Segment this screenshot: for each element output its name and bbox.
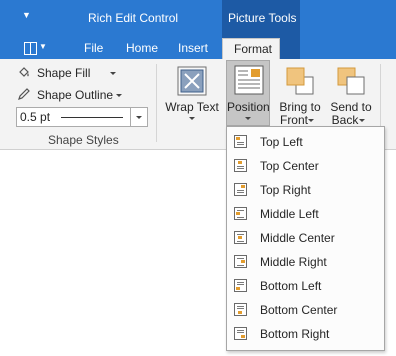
- chevron-down-icon: [359, 119, 365, 122]
- outline-weight-value: 0.5 pt: [20, 110, 51, 124]
- position-label: Position: [227, 100, 270, 114]
- pencil-icon: [18, 88, 30, 100]
- send-to-back-button[interactable]: Send to Back: [329, 60, 373, 128]
- tab-file[interactable]: File: [84, 38, 103, 60]
- position-middle-center-icon: [234, 231, 247, 244]
- menu-item-top-right[interactable]: Top Right: [227, 178, 384, 202]
- menu-item-label: Top Right: [260, 183, 311, 197]
- wrap-text-label: Wrap Text: [165, 100, 219, 114]
- bring-to-front-icon: [286, 67, 314, 95]
- position-icon: [234, 65, 264, 95]
- wrap-text-icon: [177, 66, 207, 96]
- position-bottom-center-icon: [234, 303, 247, 316]
- menu-item-middle-right[interactable]: Middle Right: [227, 250, 384, 274]
- position-middle-left-icon: [234, 207, 247, 220]
- position-top-left-icon: [234, 135, 247, 148]
- position-top-center-icon: [234, 159, 247, 172]
- chevron-down-icon: [308, 119, 314, 122]
- shape-fill-label: Shape Fill: [37, 66, 91, 80]
- menu-item-bottom-center[interactable]: Bottom Center: [227, 298, 384, 322]
- menu-item-label: Middle Left: [260, 207, 319, 221]
- menu-item-label: Middle Right: [260, 255, 327, 269]
- menu-item-middle-center[interactable]: Middle Center: [227, 226, 384, 250]
- book-icon: [24, 42, 37, 55]
- chevron-down-icon: [110, 72, 116, 75]
- shape-outline-label: Shape Outline: [37, 88, 114, 102]
- picture-tools-label: Picture Tools: [228, 11, 297, 25]
- shape-styles-group-label: Shape Styles: [48, 133, 119, 147]
- position-menu: Top Left Top Center Top Right Middle Lef…: [226, 126, 385, 351]
- bring-to-front-button[interactable]: Bring to Front: [274, 60, 326, 128]
- weight-dropdown-button[interactable]: [130, 108, 147, 126]
- paint-bucket-icon: [19, 67, 29, 77]
- position-middle-right-icon: [234, 255, 247, 268]
- picture-tools-group: Picture Tools: [222, 0, 300, 38]
- shape-fill-button[interactable]: Shape Fill: [16, 64, 124, 81]
- menu-item-label: Bottom Center: [260, 303, 338, 317]
- shape-outline-button[interactable]: Shape Outline: [16, 86, 128, 103]
- position-bottom-right-icon: [234, 327, 247, 340]
- app-title: Rich Edit Control: [88, 11, 179, 25]
- position-bottom-left-icon: [234, 279, 247, 292]
- chevron-down-icon: [116, 94, 122, 97]
- menu-item-bottom-right[interactable]: Bottom Right: [227, 322, 384, 346]
- tab-insert[interactable]: Insert: [178, 38, 208, 60]
- tab-format[interactable]: Format: [222, 38, 280, 60]
- tab-home[interactable]: Home: [126, 38, 158, 60]
- chevron-down-icon: [245, 117, 251, 120]
- position-top-right-icon: [234, 183, 247, 196]
- chevron-down-icon: ▼: [39, 42, 47, 51]
- title-bar: [0, 0, 396, 38]
- line-preview: [61, 117, 123, 118]
- position-button[interactable]: Position: [226, 60, 270, 126]
- menu-item-top-center[interactable]: Top Center: [227, 154, 384, 178]
- outline-weight-combo[interactable]: 0.5 pt: [16, 107, 148, 127]
- menu-item-bottom-left[interactable]: Bottom Left: [227, 274, 384, 298]
- menu-item-label: Top Center: [260, 159, 319, 173]
- application-menu-button[interactable]: ▼: [22, 41, 50, 56]
- menu-item-label: Middle Center: [260, 231, 335, 245]
- chevron-down-icon: [136, 116, 142, 119]
- menu-item-top-left[interactable]: Top Left: [227, 130, 384, 154]
- send-to-back-icon: [337, 67, 365, 95]
- menu-item-label: Bottom Right: [260, 327, 330, 341]
- wrap-text-button[interactable]: Wrap Text: [161, 60, 223, 128]
- group-separator: [156, 64, 157, 142]
- chevron-down-icon: [189, 117, 195, 120]
- customize-arrow-icon[interactable]: ▼: [22, 10, 31, 20]
- menu-item-label: Top Left: [260, 135, 303, 149]
- menu-item-label: Bottom Left: [260, 279, 322, 293]
- menu-item-middle-left[interactable]: Middle Left: [227, 202, 384, 226]
